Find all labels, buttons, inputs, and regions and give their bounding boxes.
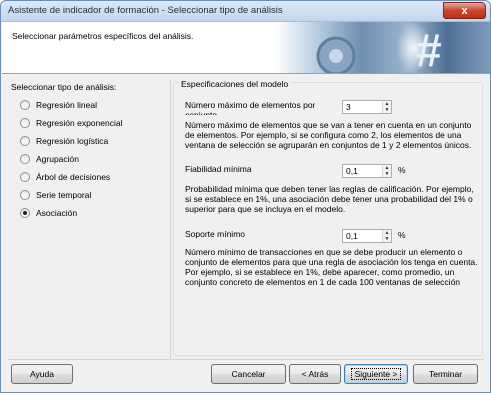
max-elements-label-cont: conjunto (185, 110, 218, 115)
max-elements-description: Número máximo de elementos que se van a … (185, 120, 472, 150)
max-elements-spinner[interactable]: 3 ▲ ▼ (342, 100, 392, 114)
radio-association[interactable]: Asociación (20, 207, 77, 219)
radio-time-series[interactable]: Serie temporal (20, 189, 91, 201)
next-button[interactable]: Siguiente > (344, 364, 408, 384)
title-bar[interactable]: Asistente de indicador de formación - Se… (1, 1, 490, 22)
spin-down-icon[interactable]: ▼ (383, 236, 391, 242)
radio-label: Agrupación (36, 154, 80, 164)
analysis-type-title: Seleccionar tipo de análisis: (11, 82, 117, 92)
panel-divider (170, 79, 171, 359)
min-support-value[interactable]: 0,1 (346, 231, 358, 241)
spin-down-icon[interactable]: ▼ (383, 171, 391, 177)
radio-label: Regresión exponencial (36, 118, 123, 128)
radio-button-icon[interactable] (20, 136, 30, 146)
header-instruction: Seleccionar parámetros específicos del a… (12, 31, 194, 41)
finish-button-label: Terminar (428, 369, 463, 379)
radio-decision-tree[interactable]: Árbol de decisiones (20, 171, 110, 183)
radio-button-icon[interactable] (20, 154, 30, 164)
spinner-buttons[interactable]: ▲ ▼ (382, 230, 391, 242)
radio-label: Serie temporal (36, 190, 92, 200)
radio-logistic-regression[interactable]: Regresión logística (20, 135, 108, 147)
help-button[interactable]: Ayuda (11, 364, 73, 384)
min-support-unit: % (398, 230, 406, 240)
back-button-label: < Atrás (301, 369, 329, 379)
spinner-buttons[interactable]: ▲ ▼ (382, 101, 391, 113)
radio-label: Regresión logística (36, 136, 109, 146)
spin-down-icon[interactable]: ▼ (383, 107, 391, 113)
cancel-button[interactable]: Cancelar (211, 364, 286, 384)
gear-icon (316, 36, 356, 73)
close-icon: x (461, 4, 468, 17)
radio-exponential-regression[interactable]: Regresión exponencial (20, 117, 122, 129)
radio-label: Regresión lineal (36, 100, 97, 110)
min-support-spinner[interactable]: 0,1 ▲ ▼ (342, 229, 392, 243)
close-button[interactable]: x (443, 2, 486, 19)
radio-label: Árbol de decisiones (36, 172, 111, 182)
hash-symbol-icon: # (416, 24, 442, 74)
max-elements-label: Número máximo de elementos por (185, 100, 316, 110)
min-reliability-value[interactable]: 0,1 (346, 166, 358, 176)
min-reliability-description: Probabilidad mínima que deben tener las … (185, 184, 474, 214)
radio-label: Asociación (36, 208, 78, 218)
next-button-label: Siguiente > (350, 368, 402, 380)
model-specifications-title: Especificaciones del modelo (179, 79, 291, 89)
footer-divider (8, 359, 484, 360)
radio-button-icon[interactable] (20, 190, 30, 200)
wizard-window: Asistente de indicador de formación - Se… (0, 0, 491, 393)
max-elements-value[interactable]: 3 (346, 102, 351, 112)
min-support-description: Número mínimo de transacciones en que se… (185, 247, 478, 287)
min-reliability-label: Fiabilidad mínima (185, 164, 252, 174)
finish-button[interactable]: Terminar (413, 364, 478, 384)
radio-button-checked-icon[interactable] (20, 208, 30, 218)
min-reliability-unit: % (398, 165, 406, 175)
radio-button-icon[interactable] (20, 118, 30, 128)
analysis-type-panel: Seleccionar tipo de análisis: Regresión … (8, 79, 164, 359)
radio-clustering[interactable]: Agrupación (20, 153, 79, 165)
radio-button-icon[interactable] (20, 172, 30, 182)
radio-button-icon[interactable] (20, 100, 30, 110)
spinner-buttons[interactable]: ▲ ▼ (382, 165, 391, 177)
help-button-label: Ayuda (30, 369, 54, 379)
min-reliability-spinner[interactable]: 0,1 ▲ ▼ (342, 164, 392, 178)
cancel-button-label: Cancelar (231, 369, 266, 379)
header-banner-image: # (276, 22, 490, 74)
min-support-label: Soporte mínimo (185, 229, 245, 239)
radio-linear-regression[interactable]: Regresión lineal (20, 99, 97, 111)
back-button[interactable]: < Atrás (289, 364, 341, 384)
window-title: Asistente de indicador de formación - Se… (8, 5, 283, 16)
wizard-header: Seleccionar parámetros específicos del a… (2, 22, 490, 74)
